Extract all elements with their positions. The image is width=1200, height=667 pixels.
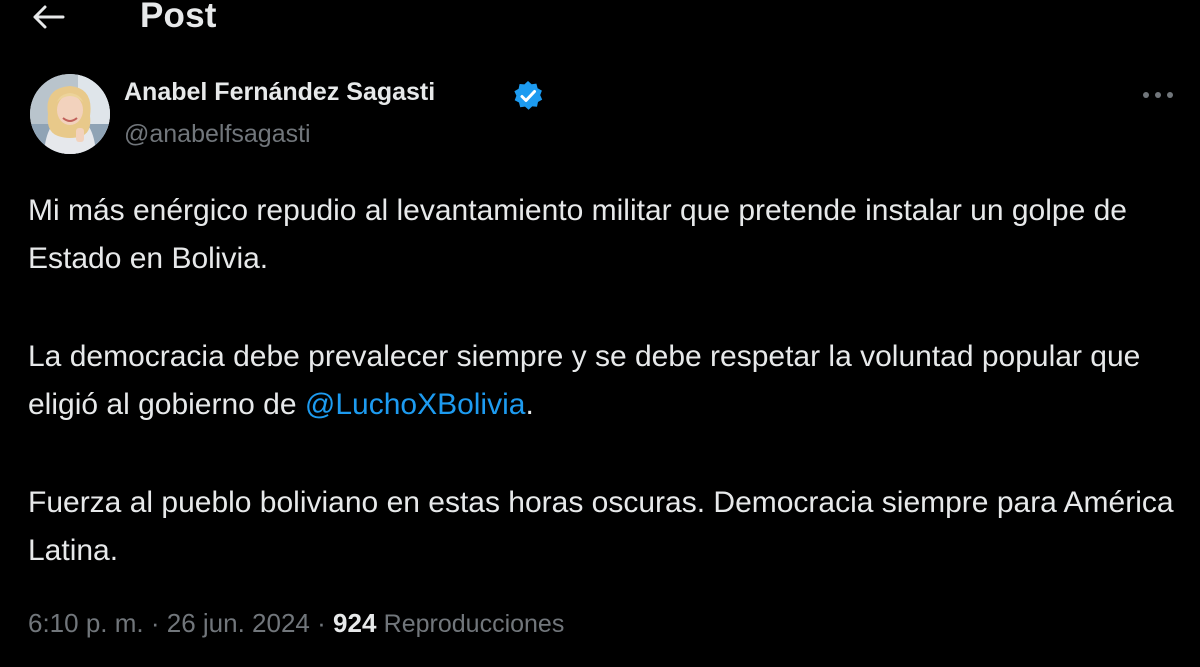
verified-badge-icon xyxy=(514,81,543,110)
post-meta: 6:10 p. m. · 26 jun. 2024 · 924 Reproduc… xyxy=(28,608,564,639)
mention-link[interactable]: @LuchoXBolivia xyxy=(305,388,526,421)
post-page: Post Anabel Fernández Sagasti @anabelfsa… xyxy=(0,0,1200,667)
post-paragraph-2: La democracia debe prevalecer siempre y … xyxy=(28,333,1178,429)
post-text: Mi más enérgico repudio al levantamiento… xyxy=(28,187,1178,575)
author-row: Anabel Fernández Sagasti @anabelfsagasti xyxy=(28,72,1178,158)
more-options-button[interactable] xyxy=(1136,80,1180,110)
page-title: Post xyxy=(140,0,217,35)
avatar-image xyxy=(30,74,110,154)
post-paragraph-2-text: La democracia debe prevalecer siempre y … xyxy=(28,340,1141,421)
post-time[interactable]: 6:10 p. m. xyxy=(28,608,144,638)
post-paragraph-2-end: . xyxy=(525,388,534,421)
views-count: 924 xyxy=(333,608,377,638)
author-handle[interactable]: @anabelfsagasti xyxy=(124,120,311,149)
more-horizontal-icon xyxy=(1143,92,1173,98)
post-date[interactable]: 26 jun. 2024 xyxy=(167,608,310,638)
back-button[interactable] xyxy=(28,0,68,34)
header-bar: Post xyxy=(0,0,1200,40)
post-paragraph-3: Fuerza al pueblo boliviano en estas hora… xyxy=(28,486,1174,567)
arrow-left-icon xyxy=(33,5,65,29)
meta-separator: · xyxy=(150,608,160,638)
post-paragraph-1: Mi más enérgico repudio al levantamiento… xyxy=(28,194,1127,275)
views-label: Reproducciones xyxy=(383,610,565,638)
author-display-name[interactable]: Anabel Fernández Sagasti xyxy=(124,78,435,107)
avatar[interactable] xyxy=(30,74,110,154)
meta-separator: · xyxy=(317,608,326,638)
